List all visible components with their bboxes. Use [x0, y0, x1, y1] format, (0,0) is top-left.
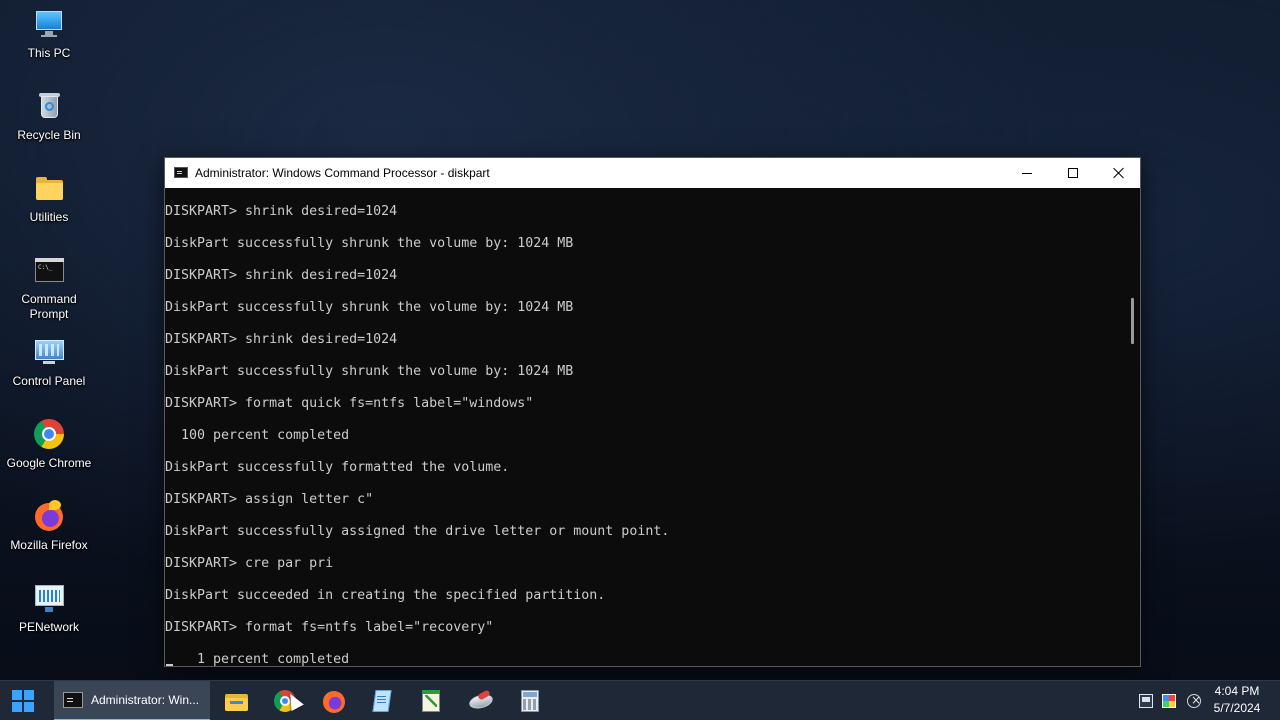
notepad-icon: [370, 689, 394, 713]
taskbar-calculator[interactable]: [506, 681, 554, 720]
tray-volume[interactable]: [1184, 681, 1204, 720]
recycle-bin-icon: [33, 90, 65, 122]
console-line: DiskPart successfully shrunk the volume …: [165, 364, 574, 379]
spreadsheet-editor-icon: [419, 689, 443, 713]
console-line: DiskPart successfully shrunk the volume …: [165, 236, 574, 251]
taskbar-notepad[interactable]: [358, 681, 406, 720]
console-line: 100 percent completed: [165, 428, 350, 443]
taskbar-button-label: Administrator: Win...: [91, 693, 200, 707]
text-cursor: [166, 664, 173, 666]
desktop-icon-label: PENetwork: [18, 620, 80, 634]
this-pc-icon: [33, 8, 65, 40]
console-line: 1 percent completed: [165, 652, 350, 666]
close-icon: [1113, 167, 1125, 179]
desktop-icon-mozilla-firefox[interactable]: Mozilla Firefox: [4, 500, 94, 553]
console-output[interactable]: DISKPART> shrink desired=1024 DiskPart s…: [165, 188, 1125, 666]
taskbar-spreadsheet-editor[interactable]: [407, 681, 455, 720]
console-line: DISKPART> shrink desired=1024: [165, 332, 398, 347]
chrome-icon: [33, 418, 65, 450]
console-line: DISKPART> cre par pri: [165, 556, 334, 571]
desktop-icon-this-pc[interactable]: This PC: [4, 8, 94, 61]
taskbar-file-explorer[interactable]: [212, 681, 260, 720]
command-prompt-window[interactable]: Administrator: Windows Command Processor…: [164, 157, 1141, 667]
disk-tool-icon: [467, 689, 495, 713]
desktop-icon-penetwork[interactable]: PENetwork: [4, 582, 94, 635]
desktop-icon-label: Google Chrome: [6, 456, 92, 470]
command-prompt-icon: [63, 692, 83, 708]
color-icon: [1162, 694, 1176, 708]
console-line: DiskPart succeeded in creating the speci…: [165, 588, 606, 603]
start-button[interactable]: [0, 681, 46, 720]
desktop-icon-label: This PC: [27, 46, 71, 60]
firefox-icon: [322, 689, 346, 713]
close-button[interactable]: [1096, 158, 1142, 188]
desktop-icon-control-panel[interactable]: Control Panel: [4, 336, 94, 389]
console-line: DISKPART> assign letter c": [165, 492, 374, 507]
desktop-icon-label: Utilities: [29, 210, 69, 224]
console-line: DISKPART> format fs=ntfs label="recovery…: [165, 620, 494, 635]
windows-start-icon: [12, 690, 34, 712]
console-line: DiskPart successfully assigned the drive…: [165, 524, 670, 539]
control-panel-icon: [33, 336, 65, 368]
desktop-icon-label: Mozilla Firefox: [10, 538, 88, 552]
console-line: DiskPart successfully shrunk the volume …: [165, 300, 574, 315]
console-line: DiskPart successfully formatted the volu…: [165, 460, 510, 475]
taskbar-disk-tool[interactable]: [457, 681, 505, 720]
maximize-button[interactable]: [1050, 158, 1096, 188]
desktop-icon-google-chrome[interactable]: Google Chrome: [4, 418, 94, 471]
console-line: DISKPART> shrink desired=1024: [165, 268, 398, 283]
desktop-icon-command-prompt[interactable]: C:\_ Command Prompt: [4, 254, 94, 322]
file-explorer-icon: [224, 689, 248, 713]
desktop-icon-utilities[interactable]: Utilities: [4, 172, 94, 225]
desktop-icon-label: Recycle Bin: [17, 128, 81, 142]
desktop-icon-label: Control Panel: [12, 374, 86, 388]
tray-network[interactable]: [1136, 681, 1156, 720]
taskbar-button-command-prompt[interactable]: Administrator: Win...: [54, 681, 210, 720]
taskbar-clock[interactable]: 4:04 PM 5/7/2024: [1204, 683, 1270, 717]
console-line: DISKPART> shrink desired=1024: [165, 204, 398, 219]
desktop-icon-recycle-bin[interactable]: Recycle Bin: [4, 90, 94, 143]
console-line: DISKPART> format quick fs=ntfs label="wi…: [165, 396, 534, 411]
window-titlebar[interactable]: Administrator: Windows Command Processor…: [165, 158, 1140, 188]
folder-icon: [33, 172, 65, 204]
network-icon: [33, 582, 65, 614]
clock-date: 5/7/2024: [1213, 701, 1261, 715]
taskbar-firefox[interactable]: [310, 681, 358, 720]
vertical-scrollbar[interactable]: [1125, 188, 1140, 666]
desktop-icon-label: Command Prompt: [21, 292, 77, 321]
minimize-icon: [1022, 172, 1032, 174]
scrollbar-thumb[interactable]: [1131, 298, 1134, 344]
console-app-icon: [174, 167, 188, 178]
clock-time: 4:04 PM: [1214, 684, 1260, 698]
command-prompt-icon: C:\_: [33, 254, 65, 286]
firefox-icon: [33, 500, 65, 532]
taskbar: Administrator: Win... 4:04 PM 5/7/2024: [0, 680, 1280, 720]
minimize-button[interactable]: [1004, 158, 1050, 188]
speaker-muted-icon: [1187, 693, 1201, 708]
maximize-icon: [1068, 168, 1078, 178]
tray-color-app[interactable]: [1159, 681, 1179, 720]
window-title: Administrator: Windows Command Processor…: [195, 166, 490, 180]
calculator-icon: [518, 689, 542, 713]
network-icon: [1139, 694, 1153, 708]
